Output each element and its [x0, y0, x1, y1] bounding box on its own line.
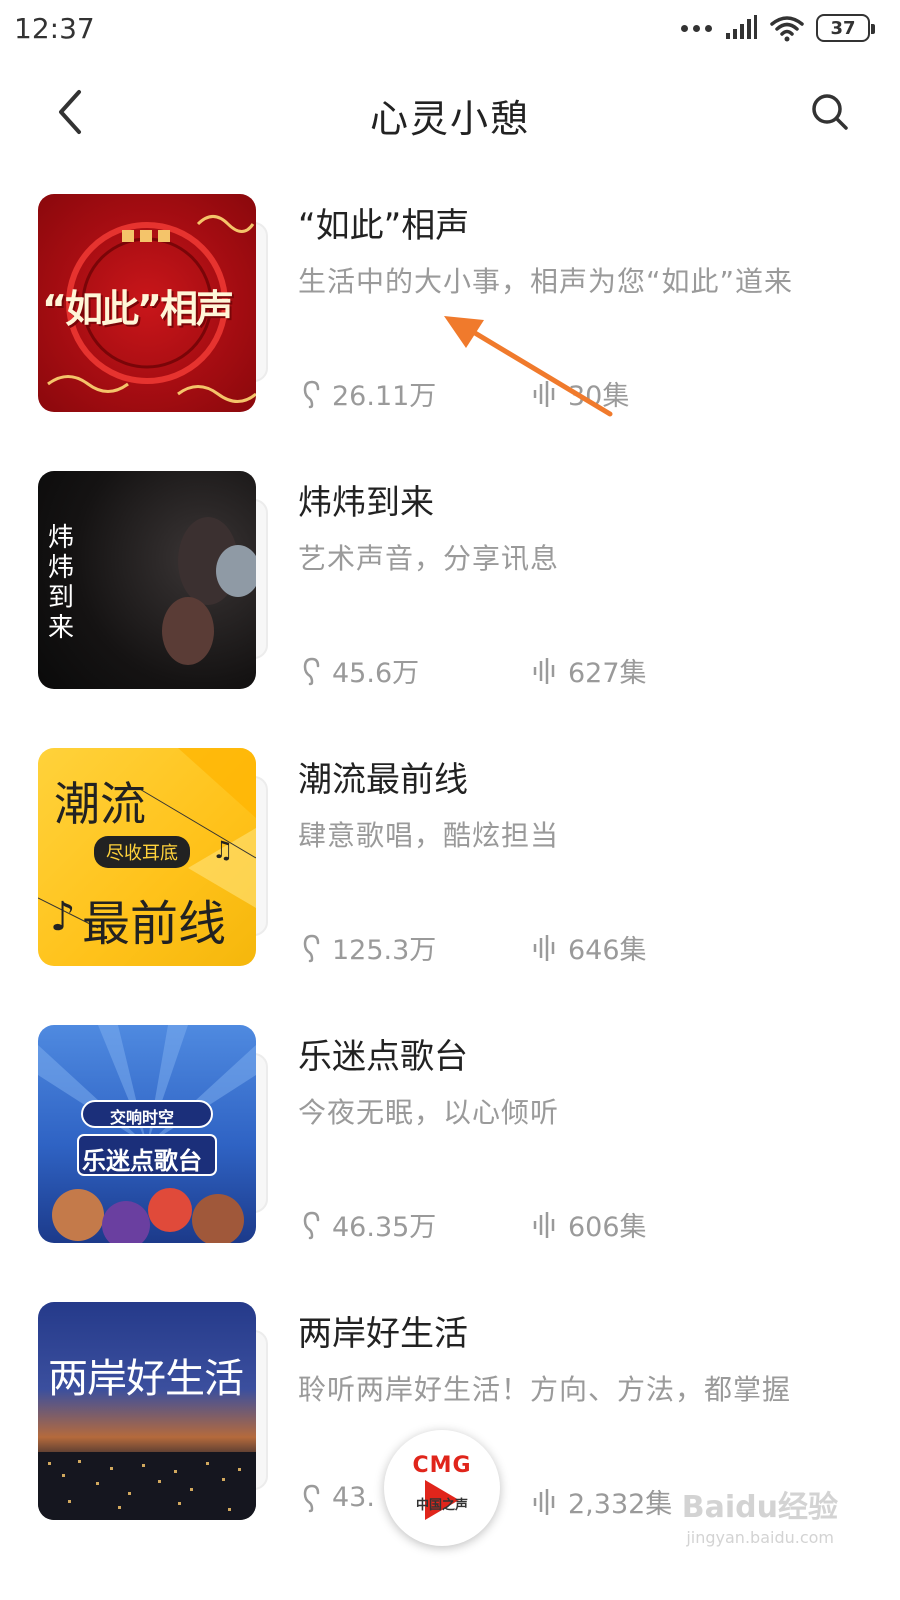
audio-wave-icon: [533, 934, 555, 961]
cover-badge: 交响时空: [110, 1108, 175, 1127]
audio-wave-icon: [533, 657, 555, 684]
item-title: 炜炜到来: [298, 483, 434, 523]
item-description: 肆意歌唱，酷炫担当: [298, 819, 560, 852]
ear-icon: [303, 657, 320, 685]
status-bar: 12:37 37: [0, 0, 900, 60]
cover-badge: 尽收耳底: [94, 836, 190, 868]
cover-title: 两岸好生活: [48, 1356, 244, 1402]
audio-wave-icon: [533, 380, 555, 407]
mini-player-button[interactable]: CMG 中国之声: [384, 1430, 500, 1546]
cover-title: “如此”相声: [42, 287, 234, 331]
item-title: 潮流最前线: [298, 760, 468, 800]
cover-art: “如此”相声: [38, 194, 268, 412]
episode-count: 606集: [532, 1205, 647, 1244]
audio-wave-icon: [533, 1488, 555, 1515]
cmg-logo: CMG: [412, 1453, 472, 1478]
watermark-url: jingyan.baidu.com: [686, 1528, 834, 1547]
item-description: 艺术声音，分享讯息: [298, 542, 560, 575]
cover-art: 两岸好生活: [38, 1302, 268, 1520]
ear-icon: [303, 1211, 320, 1239]
audio-wave-icon: [533, 1211, 555, 1238]
wifi-icon: [770, 16, 804, 42]
listen-count: 43.: [302, 1482, 375, 1513]
cover-art: 交响时空 乐迷点歌台: [38, 1025, 268, 1243]
episode-count: 30集: [532, 374, 629, 413]
watermark: Baidu经验: [681, 1490, 838, 1525]
list-item[interactable]: “如此”相声 “如此”相声 生活中的大小事，相声为您“如此”道来 26.11万 …: [0, 194, 900, 471]
item-description: 生活中的大小事，相声为您“如此”道来: [298, 265, 794, 298]
item-title: “如此”相声: [298, 206, 470, 246]
status-icons: 37: [681, 14, 875, 42]
item-description: 今夜无眠，以心倾听: [298, 1096, 560, 1129]
program-list: “如此”相声 “如此”相声 生活中的大小事，相声为您“如此”道来 26.11万 …: [0, 194, 900, 1579]
item-title: 乐迷点歌台: [298, 1037, 468, 1077]
search-icon: [812, 94, 848, 130]
list-item[interactable]: 交响时空 乐迷点歌台 乐迷点歌台 今夜无眠，以心倾听 46.35万 606集: [0, 1025, 900, 1302]
battery-indicator: 37: [816, 14, 875, 42]
ear-icon: [303, 1484, 320, 1512]
music-note-icon: ♪: [50, 894, 76, 940]
cover-title-top: 潮流: [54, 777, 146, 831]
list-item[interactable]: 潮流 尽收耳底 最前线 ♪ ♫ 潮流最前线 肆意歌唱，酷炫担当 125.3万 6…: [0, 748, 900, 1025]
cover-title: 乐迷点歌台: [82, 1147, 202, 1175]
player-subtitle: 中国之声: [415, 1498, 468, 1513]
cover-art: 炜炜到来: [38, 471, 268, 689]
ear-icon: [303, 934, 320, 962]
cover-title-bottom: 最前线: [82, 896, 227, 952]
episode-count: 2,332集: [532, 1482, 672, 1521]
cover-art: 潮流 尽收耳底 最前线 ♪ ♫: [38, 748, 268, 966]
item-title: 两岸好生活: [298, 1314, 468, 1354]
listen-count: 45.6万: [302, 651, 419, 690]
page-title: 心灵小憩: [369, 97, 530, 141]
episode-count: 627集: [532, 651, 647, 690]
episode-count: 646集: [532, 928, 647, 967]
listen-count: 46.35万: [302, 1205, 436, 1244]
more-dots-icon: [681, 24, 712, 32]
signal-icon: [726, 15, 757, 39]
ear-icon: [303, 380, 320, 408]
status-time: 12:37: [14, 12, 95, 45]
cover-title: 炜炜到来: [48, 523, 75, 643]
list-item[interactable]: 炜炜到来 炜炜到来 艺术声音，分享讯息 45.6万 627集: [0, 471, 900, 748]
header: 心灵小憩: [0, 70, 900, 160]
search-button[interactable]: [800, 82, 860, 142]
item-description: 聆听两岸好生活！方向、方法，都掌握: [298, 1373, 792, 1406]
listen-count: 125.3万: [302, 928, 436, 967]
listen-count: 26.11万: [302, 374, 436, 413]
music-note-icon: ♫: [212, 836, 234, 864]
